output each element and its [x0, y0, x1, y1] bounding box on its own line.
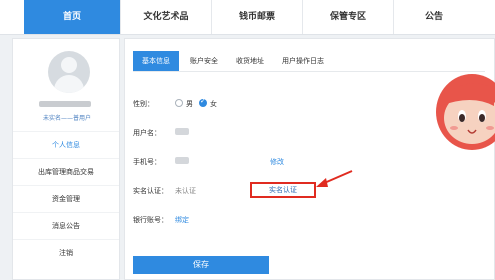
nav-home[interactable]: 首页 — [24, 0, 120, 34]
avatar-body-shape — [54, 75, 84, 93]
bank-label: 银行账号： — [133, 216, 168, 224]
phone-modify-link[interactable]: 修改 — [270, 157, 284, 167]
username-label: 用户名： — [133, 129, 161, 137]
nav-coins-stamps[interactable]: 钱币邮票 — [212, 0, 302, 34]
phone-label: 手机号： — [133, 158, 161, 166]
tab-operation-log[interactable]: 用户操作日志 — [275, 51, 331, 71]
save-button[interactable]: 保存 — [133, 256, 269, 274]
username-blurred — [39, 101, 91, 107]
phone-value-blurred — [175, 157, 189, 164]
tab-shipping-address[interactable]: 收货地址 — [229, 51, 271, 71]
realname-status: 未认证 — [175, 187, 196, 195]
gender-label: 性别： — [133, 100, 154, 108]
nav-custody-zone[interactable]: 保管专区 — [303, 0, 393, 34]
realname-label: 实名认证： — [133, 187, 168, 195]
nav-culture-art[interactable]: 文化艺术品 — [121, 0, 211, 34]
sidebar: 未实名——普用户 个人信息 出库管理商品交易 资金管理 消息公告 注销 — [12, 38, 120, 280]
sidebar-item-messages[interactable]: 消息公告 — [13, 212, 119, 239]
nav-announcements[interactable]: 公告 — [394, 0, 474, 34]
sidebar-item-personal-info[interactable]: 个人信息 — [13, 131, 119, 158]
user-status: 未实名——普用户 — [42, 115, 91, 122]
mascot-illustration-icon — [436, 74, 495, 150]
sidebar-item-logout[interactable]: 注销 — [13, 239, 119, 266]
tab-account-security[interactable]: 账户安全 — [183, 51, 225, 71]
gender-female-radio[interactable] — [199, 97, 207, 107]
sidebar-item-trading[interactable]: 出库管理商品交易 — [13, 158, 119, 185]
bank-bind-link[interactable]: 绑定 — [175, 215, 189, 225]
realname-verify-button[interactable]: 实名认证 — [250, 182, 316, 198]
avatar — [48, 51, 90, 93]
gender-female-text: 女 — [210, 100, 217, 108]
top-nav: 首页 文化艺术品 钱币邮票 保管专区 公告 — [0, 0, 495, 35]
sidebar-item-funds[interactable]: 资金管理 — [13, 185, 119, 212]
tab-basic-info[interactable]: 基本信息 — [133, 51, 179, 71]
sidebar-menu: 个人信息 出库管理商品交易 资金管理 消息公告 注销 — [13, 131, 119, 266]
avatar-head-shape — [61, 57, 77, 73]
username-value-blurred — [175, 128, 189, 135]
gender-male-radio[interactable] — [175, 99, 183, 107]
gender-male-text: 男 — [186, 100, 193, 108]
